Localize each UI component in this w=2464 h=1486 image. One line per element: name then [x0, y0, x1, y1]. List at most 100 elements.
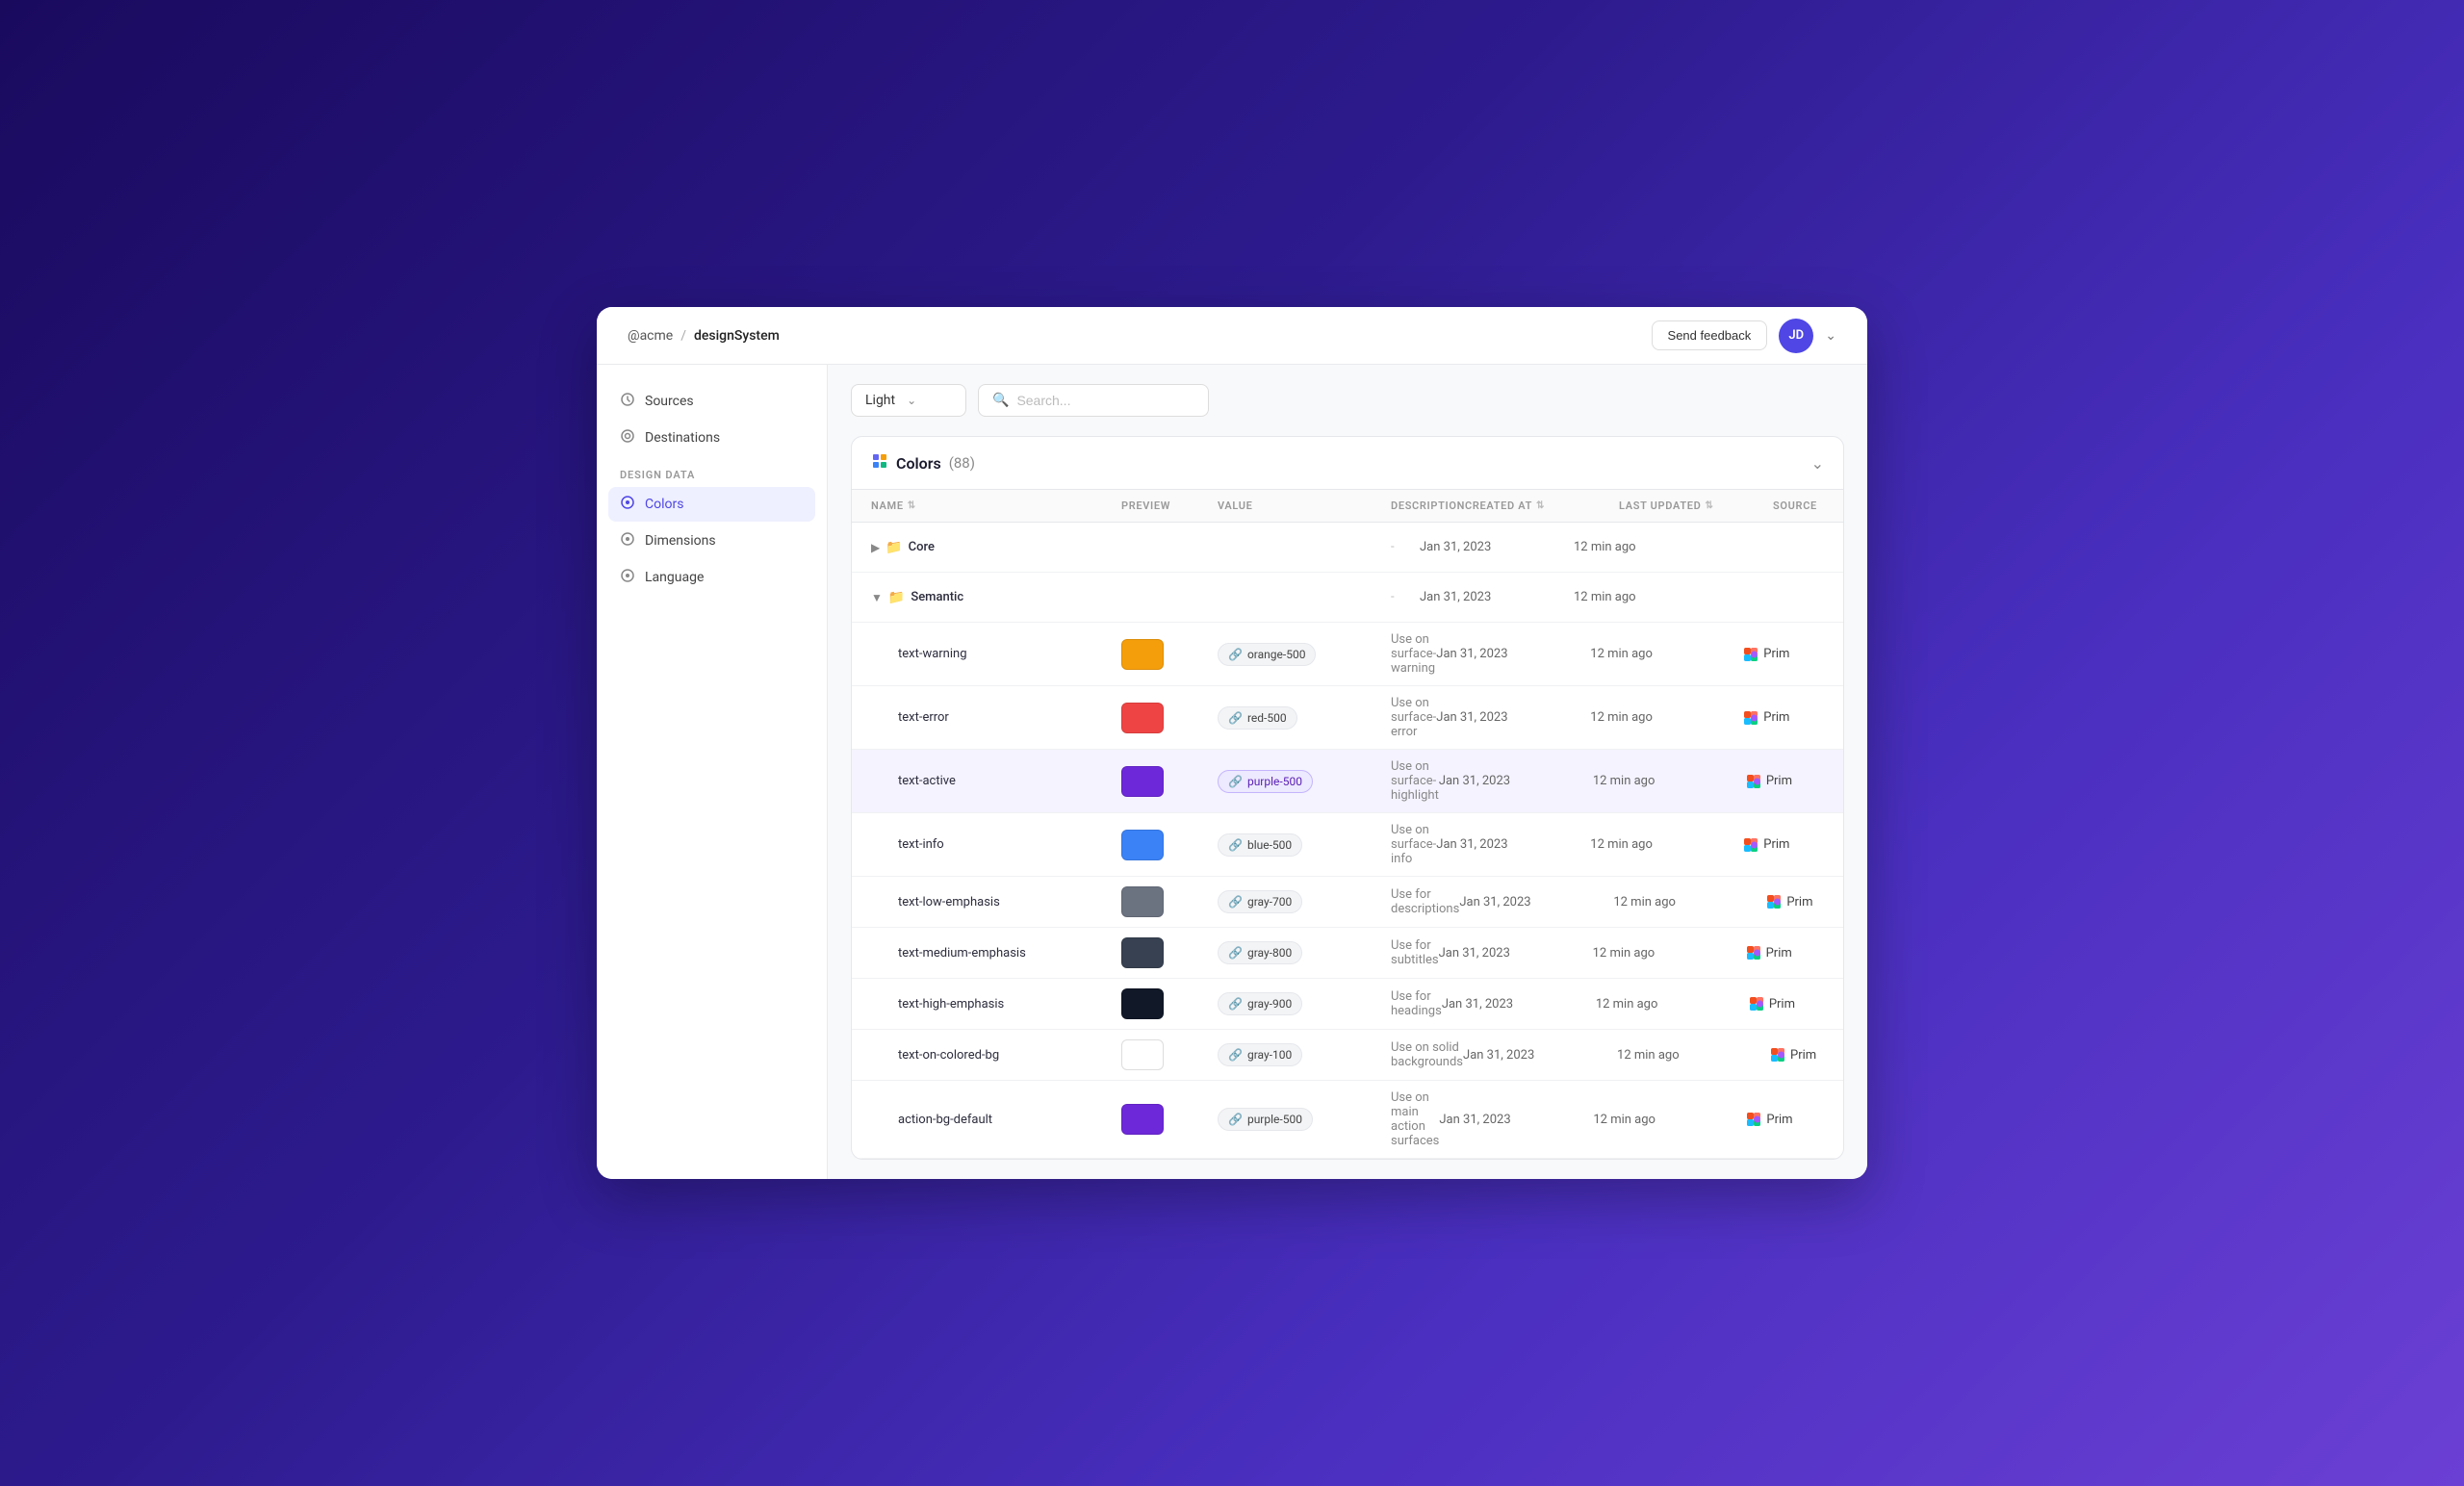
item-name: text-low-emphasis [871, 895, 1121, 910]
colors-title-icon [871, 452, 888, 474]
table-row[interactable]: text-error 🔗 red-500 Use on surface-erro… [852, 686, 1843, 750]
source-name: Prim [1763, 710, 1789, 725]
source-badge: Prim [1744, 837, 1840, 852]
value-chip[interactable]: 🔗 gray-800 [1218, 941, 1302, 964]
main-content: Light ⌄ 🔍 [828, 365, 1867, 1179]
value-chip[interactable]: 🔗 purple-500 [1218, 770, 1313, 793]
design-data-section-label: DESIGN DATA [608, 457, 815, 487]
group-name: ▶ 📁 Core [871, 540, 1121, 555]
chevron-down-icon[interactable]: ⌄ [1825, 328, 1836, 344]
row-last-updated: 12 min ago [1590, 647, 1744, 661]
table-row[interactable]: ▼ 📁 Semantic - Jan 31, 2023 12 min ago [852, 573, 1843, 623]
search-input[interactable] [1016, 393, 1194, 408]
sidebar-item-sources[interactable]: Sources [608, 384, 815, 419]
link-icon: 🔗 [1228, 1048, 1243, 1062]
row-created-at: Jan 31, 2023 [1420, 590, 1574, 604]
theme-chevron-icon: ⌄ [907, 394, 916, 407]
table-row[interactable]: text-info 🔗 blue-500 Use on surface-info… [852, 813, 1843, 877]
header-right: Send feedback JD ⌄ [1652, 319, 1836, 353]
row-created-at: Jan 31, 2023 [1436, 837, 1590, 852]
figma-icon [1747, 1113, 1760, 1126]
table-row[interactable]: action-bg-default 🔗 purple-500 Use on ma… [852, 1081, 1843, 1159]
value-chip[interactable]: 🔗 purple-500 [1218, 1108, 1313, 1131]
col-header-description: DESCRIPTION [1391, 500, 1465, 512]
updated-sort-icon[interactable]: ⇅ [1705, 500, 1713, 511]
color-value: gray-700 [1247, 895, 1292, 909]
color-value: gray-100 [1247, 1048, 1292, 1062]
color-value: purple-500 [1247, 775, 1302, 788]
search-icon: 🔍 [992, 393, 1009, 408]
sources-label: Sources [645, 394, 694, 409]
color-preview [1121, 937, 1164, 968]
row-last-updated: 12 min ago [1596, 997, 1750, 1012]
item-name: text-error [871, 710, 1121, 725]
value-chip[interactable]: 🔗 blue-500 [1218, 833, 1302, 857]
sources-icon [620, 392, 635, 411]
row-created-at: Jan 31, 2023 [1459, 895, 1613, 910]
value-chip[interactable]: 🔗 red-500 [1218, 706, 1297, 730]
link-icon: 🔗 [1228, 838, 1243, 852]
link-icon: 🔗 [1228, 648, 1243, 661]
source-name: Prim [1763, 837, 1789, 852]
table-row[interactable]: text-on-colored-bg 🔗 gray-100 Use on sol… [852, 1030, 1843, 1081]
folder-icon: 📁 [888, 590, 905, 605]
language-label: Language [645, 570, 704, 585]
table-row[interactable]: text-medium-emphasis 🔗 gray-800 Use for … [852, 928, 1843, 979]
sidebar-item-dimensions[interactable]: Dimensions [608, 524, 815, 558]
figma-icon [1767, 895, 1781, 909]
table-header: NAME ⇅ PREVIEW VALUE DESCRIPTION CREATED… [852, 490, 1843, 523]
col-header-name: NAME ⇅ [871, 500, 1121, 512]
color-value: gray-800 [1247, 946, 1292, 960]
expand-icon[interactable]: ▶ [871, 541, 880, 554]
value-chip[interactable]: 🔗 orange-500 [1218, 643, 1316, 666]
item-name: action-bg-default [871, 1113, 1121, 1127]
source-badge: Prim [1744, 647, 1840, 661]
collapse-button[interactable]: ⌄ [1811, 454, 1824, 473]
send-feedback-button[interactable]: Send feedback [1652, 320, 1768, 350]
avatar: JD [1779, 319, 1813, 353]
colors-icon [620, 495, 635, 514]
source-badge: Prim [1744, 710, 1840, 725]
figma-icon [1744, 648, 1758, 661]
destinations-icon [620, 428, 635, 448]
item-name: text-on-colored-bg [871, 1048, 1121, 1063]
sidebar-item-language[interactable]: Language [608, 560, 815, 595]
value-chip[interactable]: 🔗 gray-700 [1218, 890, 1302, 913]
table-row[interactable]: text-high-emphasis 🔗 gray-900 Use for he… [852, 979, 1843, 1030]
body: Sources Destinations DESIGN DATA [597, 365, 1867, 1179]
table-row[interactable]: text-low-emphasis 🔗 gray-700 Use for des… [852, 877, 1843, 928]
table-row[interactable]: text-warning 🔗 orange-500 Use on surface… [852, 623, 1843, 686]
color-value: blue-500 [1247, 838, 1292, 852]
link-icon: 🔗 [1228, 775, 1243, 788]
source-badge: Prim [1747, 774, 1843, 788]
row-created-at: Jan 31, 2023 [1436, 710, 1590, 725]
theme-dropdown[interactable]: Light ⌄ [851, 384, 966, 417]
source-name: Prim [1763, 647, 1789, 661]
row-last-updated: 12 min ago [1593, 1113, 1747, 1127]
group-name: ▼ 📁 Semantic [871, 590, 1121, 605]
row-last-updated: 12 min ago [1613, 895, 1767, 910]
table-row[interactable]: text-active 🔗 purple-500 Use on surface-… [852, 750, 1843, 813]
sidebar-item-destinations[interactable]: Destinations [608, 421, 815, 455]
row-description: Use on surface-error [1391, 696, 1436, 739]
row-description: Use on solid backgrounds [1391, 1040, 1463, 1069]
colors-label: Colors [645, 497, 683, 512]
collapse-icon[interactable]: ▼ [871, 591, 883, 604]
row-created-at: Jan 31, 2023 [1436, 647, 1590, 661]
color-value: gray-900 [1247, 997, 1292, 1011]
color-preview [1121, 886, 1164, 917]
value-chip[interactable]: 🔗 gray-900 [1218, 992, 1302, 1015]
row-created-at: Jan 31, 2023 [1463, 1048, 1617, 1063]
item-name: text-active [871, 774, 1121, 788]
sidebar-item-colors[interactable]: Colors [608, 487, 815, 522]
name-sort-icon[interactable]: ⇅ [908, 500, 916, 511]
created-sort-icon[interactable]: ⇅ [1536, 500, 1545, 511]
source-badge: Prim [1767, 895, 1844, 910]
row-last-updated: 12 min ago [1590, 710, 1744, 725]
row-created-at: Jan 31, 2023 [1439, 1113, 1593, 1127]
value-chip[interactable]: 🔗 gray-100 [1218, 1043, 1302, 1066]
color-preview [1121, 1039, 1164, 1070]
table-row[interactable]: ▶ 📁 Core - Jan 31, 2023 12 min ago [852, 523, 1843, 573]
language-icon [620, 568, 635, 587]
color-preview [1121, 639, 1164, 670]
